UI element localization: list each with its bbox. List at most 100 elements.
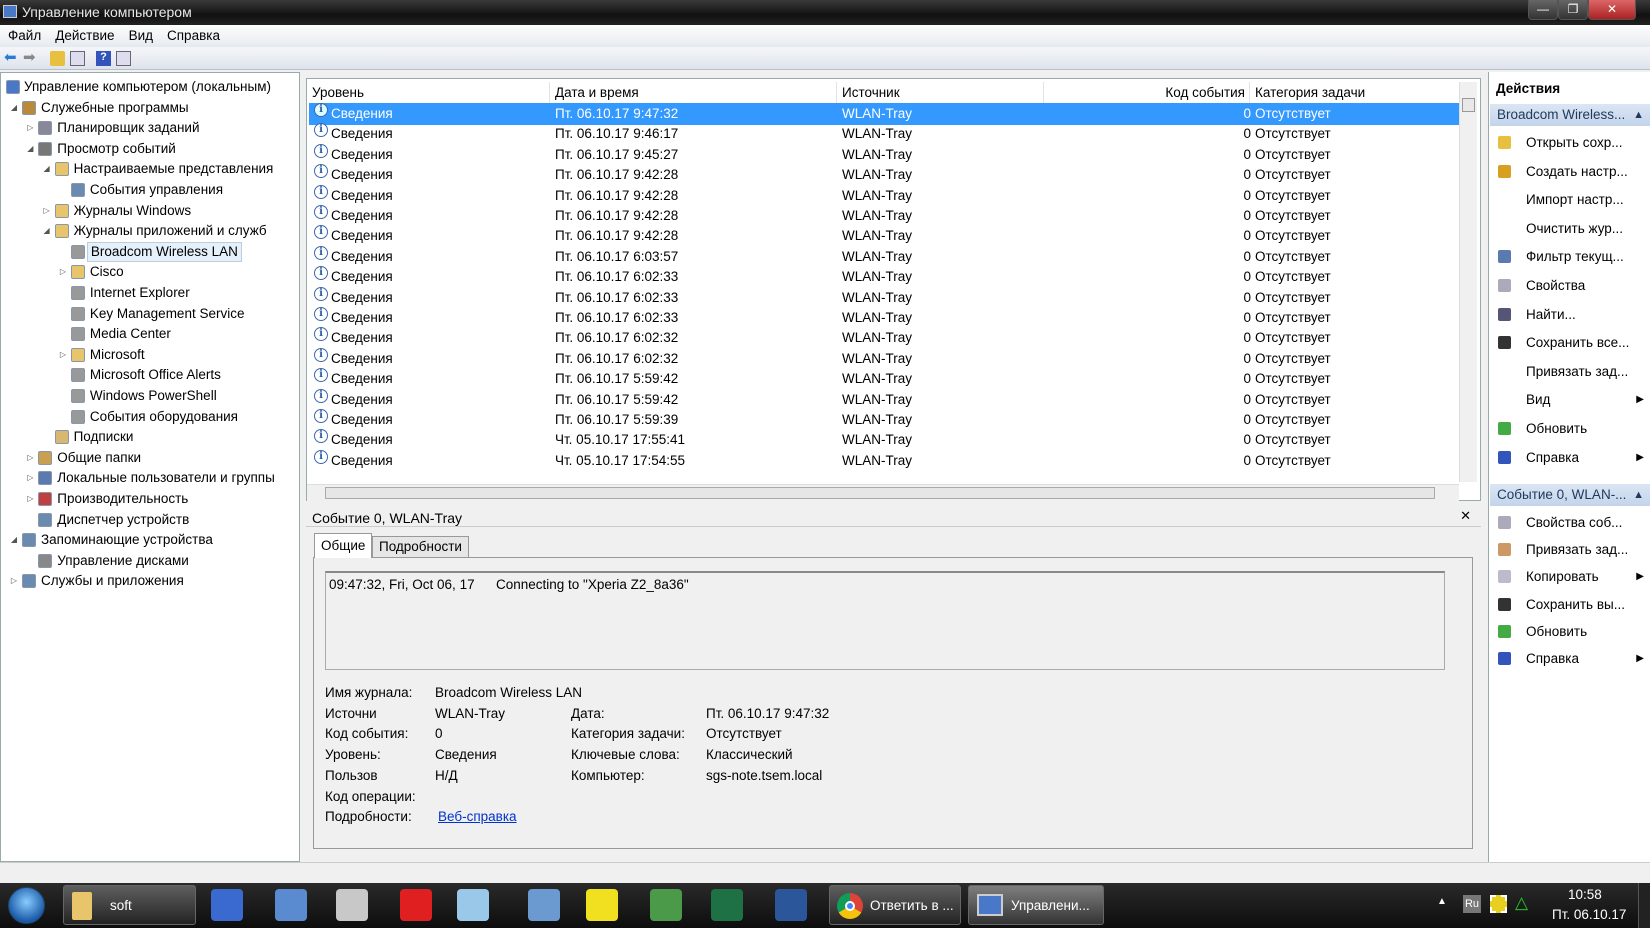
scanner-icon[interactable] [336, 889, 368, 921]
collapsed-arrow-icon[interactable]: ▷ [42, 201, 52, 221]
tree-item[interactable]: Internet Explorer [1, 283, 299, 303]
table-row[interactable]: i Сведения Пт. 06.10.17 9:45:27 WLAN-Tray 0 О… [309, 143, 1461, 166]
column-header-datetime[interactable]: Дата и время [550, 82, 837, 103]
action-item[interactable]: Импорт настр... [1489, 187, 1649, 213]
table-row[interactable]: i Сведения Пт. 06.10.17 5:59:42 WLAN-Tray 0 О… [309, 388, 1461, 411]
column-header-level[interactable]: Уровень [307, 82, 550, 103]
batman-tray-icon[interactable] [1490, 895, 1507, 913]
tree-item[interactable]: ▷ Microsoft [1, 345, 299, 365]
collapsed-arrow-icon[interactable]: ▷ [25, 448, 35, 468]
close-preview-icon[interactable]: ✕ [1460, 508, 1471, 524]
tree-item[interactable]: ▷ Локальные пользователи и группы [1, 468, 299, 488]
tree-item[interactable]: Windows PowerShell [1, 386, 299, 406]
action-item[interactable]: Копировать ▶ [1489, 564, 1649, 590]
menu-help[interactable]: Справка [159, 25, 226, 43]
table-row[interactable]: i Сведения Чт. 05.10.17 17:54:55 WLAN-Tray 0… [309, 449, 1461, 472]
back-icon[interactable]: ⬅ [4, 50, 19, 66]
expanded-arrow-icon[interactable]: ◢ [9, 530, 19, 550]
table-row[interactable]: i Сведения Пт. 06.10.17 9:42:28 WLAN-Tray 0 О… [309, 225, 1461, 247]
table-row[interactable]: i Сведения Пт. 06.10.17 9:42:28 WLAN-Tray 0 О… [309, 205, 1461, 227]
show-hide-actions-icon[interactable] [116, 51, 131, 66]
excel-icon[interactable] [711, 889, 743, 921]
action-item[interactable]: Обновить [1489, 416, 1649, 442]
table-row[interactable]: i Сведения Пт. 06.10.17 5:59:42 WLAN-Tray 0 О… [309, 368, 1461, 390]
column-header-event-code[interactable]: Код события [1044, 82, 1250, 103]
tree-item[interactable]: ▷ Cisco [1, 262, 299, 282]
collapse-icon[interactable]: ▲ [1633, 104, 1644, 126]
collapsed-arrow-icon[interactable]: ▷ [58, 262, 68, 282]
action-item[interactable]: Свойства соб... [1489, 510, 1649, 536]
action-item[interactable]: Найти... [1489, 302, 1649, 328]
taskbar-folder-soft[interactable]: soft [63, 885, 196, 925]
action-item[interactable]: Сохранить все... [1489, 330, 1649, 356]
start-button[interactable] [8, 887, 45, 924]
table-row[interactable]: i Сведения Пт. 06.10.17 9:42:28 WLAN-Tray 0 О… [309, 164, 1461, 186]
action-item[interactable]: Вид ▶ [1489, 387, 1649, 413]
column-header-source[interactable]: Источник [837, 82, 1044, 103]
action-item[interactable]: Очистить жур... [1489, 216, 1649, 242]
1c-icon[interactable] [586, 889, 618, 921]
tree-item[interactable]: События управления [1, 180, 299, 200]
collapsed-arrow-icon[interactable]: ▷ [25, 468, 35, 488]
actions-group-header[interactable]: Broadcom Wireless... ▲ [1490, 104, 1650, 126]
expanded-arrow-icon[interactable]: ◢ [42, 221, 52, 241]
tree-item[interactable]: ◢ Журналы приложений и служб [1, 221, 299, 241]
table-row[interactable]: i Сведения Пт. 06.10.17 5:59:39 WLAN-Tray 0 О… [309, 409, 1461, 431]
action-item[interactable]: Привязать зад... [1489, 537, 1649, 563]
action-item[interactable]: Сохранить вы... [1489, 592, 1649, 618]
tree-item[interactable]: ◢ Просмотр событий [1, 139, 299, 159]
scroll-thumb[interactable] [325, 487, 1435, 499]
table-row[interactable]: i Сведения Пт. 06.10.17 6:02:33 WLAN-Tray 0 О… [309, 286, 1461, 309]
collapse-icon[interactable]: ▲ [1633, 484, 1644, 506]
calculator-icon[interactable] [528, 889, 560, 921]
column-header-task-category[interactable]: Категория задачи [1250, 82, 1460, 103]
tree-item[interactable]: ▷ Журналы Windows [1, 201, 299, 221]
tree-item[interactable]: Управление дисками [1, 551, 299, 571]
action-item[interactable]: Фильтр текущ... [1489, 244, 1649, 270]
forward-icon[interactable]: ➡ [23, 50, 38, 66]
taskbar-computer-management[interactable]: Управлени... [968, 885, 1104, 925]
tree-item[interactable]: ▷ Общие папки [1, 448, 299, 468]
word-icon[interactable] [775, 889, 807, 921]
menu-view[interactable]: Вид [121, 25, 159, 43]
tree-item[interactable]: События оборудования [1, 407, 299, 427]
tree-item[interactable]: Диспетчер устройств [1, 510, 299, 530]
close-button[interactable]: ✕ [1588, 0, 1636, 20]
table-row[interactable]: i Сведения Пт. 06.10.17 6:02:32 WLAN-Tray 0 О… [309, 347, 1461, 370]
web-help-link[interactable]: Веб-справка [438, 809, 517, 829]
action-item[interactable]: Справка ▶ [1489, 646, 1649, 672]
action-item[interactable]: Свойства [1489, 273, 1649, 299]
tree-item[interactable]: ▷ Планировщик заданий [1, 118, 299, 138]
table-row[interactable]: i Сведения Пт. 06.10.17 6:02:33 WLAN-Tray 0 О… [309, 307, 1461, 329]
menu-file[interactable]: Файл [0, 25, 47, 43]
menu-action[interactable]: Действие [47, 25, 120, 43]
tree-item[interactable]: ◢ Запоминающие устройства [1, 530, 299, 550]
action-item[interactable]: Привязать зад... [1489, 359, 1649, 385]
tree-item[interactable]: Управление компьютером (локальным) [1, 77, 299, 97]
collapsed-arrow-icon[interactable]: ▷ [25, 489, 35, 509]
show-hidden-icons-icon[interactable]: ▲ [1437, 896, 1447, 907]
tab-general[interactable]: Общие [314, 533, 373, 558]
collapsed-arrow-icon[interactable]: ▷ [9, 571, 19, 591]
expanded-arrow-icon[interactable]: ◢ [42, 159, 52, 179]
tree-item[interactable]: Media Center [1, 324, 299, 344]
network-map-icon[interactable] [275, 889, 307, 921]
up-folder-icon[interactable] [50, 51, 65, 66]
network-tray-icon[interactable]: △ [1515, 893, 1528, 913]
clock-date[interactable]: Пт. 06.10.17 [1552, 907, 1626, 922]
tree-item[interactable]: ◢ Настраиваемые представления [1, 159, 299, 179]
table-horizontal-scrollbar[interactable] [307, 484, 1459, 501]
tree-item[interactable]: Подписки [1, 427, 299, 447]
tree-item[interactable]: Key Management Service [1, 304, 299, 324]
taskbar-chrome[interactable]: Ответить в ... [829, 885, 961, 925]
collapsed-arrow-icon[interactable]: ▷ [58, 345, 68, 365]
show-desktop-button[interactable] [1638, 883, 1650, 928]
table-row[interactable]: i Сведения Чт. 05.10.17 17:55:41 WLAN-Tray 0… [309, 429, 1461, 451]
table-row[interactable]: i Сведения Пт. 06.10.17 9:46:17 WLAN-Tray 0 О… [309, 123, 1461, 145]
action-item[interactable]: Открыть сохр... [1489, 130, 1649, 156]
table-row[interactable]: i Сведения Пт. 06.10.17 9:42:28 WLAN-Tray 0 О… [309, 184, 1461, 207]
tree-item[interactable]: Microsoft Office Alerts [1, 365, 299, 385]
action-item[interactable]: Обновить [1489, 619, 1649, 645]
network-computer-icon[interactable] [211, 889, 243, 921]
help-icon[interactable]: ? [96, 51, 111, 66]
